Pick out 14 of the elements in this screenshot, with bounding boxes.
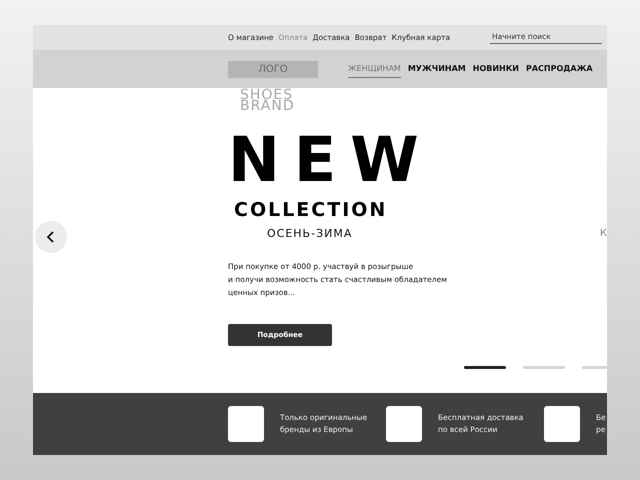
feature-icon: [544, 406, 580, 442]
slide-peek-text: К: [600, 228, 607, 239]
previous-button[interactable]: [35, 221, 67, 253]
season-label: ОСЕНЬ-ЗИМА: [267, 227, 352, 240]
nav-item[interactable]: НОВИНКИ: [472, 60, 519, 78]
brand-text: SHOES BRAND: [240, 90, 295, 112]
feature-icon: [228, 406, 264, 442]
nav-item[interactable]: РАСПРОДАЖА: [526, 60, 593, 78]
feature-icon: [386, 406, 422, 442]
chevron-left-icon: [46, 231, 56, 243]
subheadline: COLLECTION: [234, 199, 388, 221]
slide-indicator[interactable]: [464, 366, 506, 369]
nav-item[interactable]: МУЖЧИНАМ: [408, 60, 466, 78]
headline: NEW: [228, 129, 433, 191]
